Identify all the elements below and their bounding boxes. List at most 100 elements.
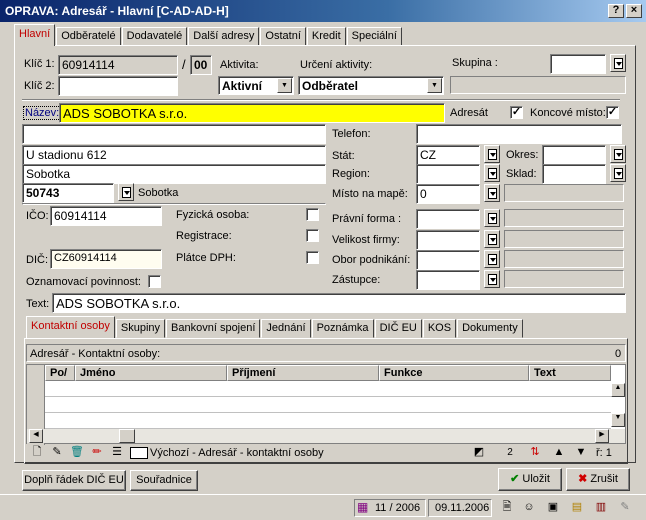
disk-icon[interactable]: ▣ (544, 500, 562, 516)
pages-icon[interactable]: 2 (498, 445, 522, 461)
psc-picker-icon[interactable] (118, 183, 134, 201)
tab-jednani[interactable]: Jednání (261, 319, 311, 338)
fyzicka-checkbox[interactable] (306, 208, 319, 221)
new-record-icon[interactable]: 🗋 (28, 445, 46, 461)
book-icon[interactable]: ▥ (592, 500, 610, 516)
cancel-label: Zrušit (590, 473, 618, 485)
user-icon[interactable]: ☺ (520, 500, 538, 516)
nazev-field[interactable]: ADS SOBOTKA s.r.o. (59, 103, 445, 123)
klic1-field[interactable]: 60914114 (58, 55, 178, 75)
preview-icon[interactable]: 🗎 (498, 500, 516, 516)
cancel-button[interactable]: ✖ Zrušit (566, 468, 630, 491)
city-field[interactable]: Sobotka (22, 164, 326, 184)
aktivita-select[interactable]: Aktivní ▼ (218, 76, 294, 95)
misto-label: Místo na mapě: (332, 188, 408, 200)
tab-dodavatele[interactable]: Dodavatelé (121, 27, 188, 46)
misto-desc (504, 184, 624, 202)
tab-kredit[interactable]: Kredit (306, 27, 346, 46)
tab-hlavni[interactable]: Hlavní (14, 24, 56, 46)
velikost-label: Velikost firmy: (332, 234, 400, 246)
klic2-field[interactable] (58, 76, 178, 96)
registrace-checkbox[interactable] (306, 229, 319, 242)
tab-poznamka[interactable]: Poznámka (311, 319, 374, 338)
column-header-prijmeni[interactable]: Příjmení (227, 365, 379, 381)
horizontal-scrollbar[interactable]: ◀ ▶ (27, 429, 625, 443)
oznam-checkbox[interactable] (148, 275, 161, 288)
tab-dalsi-adresy[interactable]: Další adresy (188, 27, 260, 46)
scroll-thumb[interactable] (119, 429, 135, 443)
klic1-suffix[interactable]: 00 (190, 55, 212, 75)
column-header-jmeno[interactable]: Jméno (75, 365, 227, 381)
sort-icon[interactable]: ⇅ (526, 445, 544, 461)
address-line1[interactable] (22, 124, 326, 144)
okres-field[interactable] (542, 145, 606, 165)
scroll-right-icon[interactable]: ▶ (595, 429, 609, 443)
column-header-text[interactable]: Text (529, 365, 611, 381)
scroll-up-icon[interactable]: ▲ (611, 383, 625, 397)
folder-icon[interactable]: ▤ (568, 500, 586, 516)
psc-field[interactable]: 50743 (22, 183, 114, 203)
dropdown-arrow-icon[interactable]: ▼ (277, 78, 292, 93)
dropdown-arrow-icon[interactable]: ▼ (427, 78, 442, 93)
pravni-forma-field[interactable] (416, 209, 480, 229)
edit-record-icon[interactable]: ✎ (48, 445, 66, 461)
column-header-poradi[interactable]: Po/ (45, 365, 75, 381)
tab-dic-eu[interactable]: DIČ EU (374, 319, 422, 338)
velikost-field[interactable] (416, 230, 480, 250)
region-picker-icon[interactable] (484, 164, 500, 182)
tab-bankovni-spojeni[interactable]: Bankovní spojení (166, 319, 261, 338)
region-field[interactable] (416, 164, 480, 184)
tab-specialni[interactable]: Speciální (346, 27, 402, 46)
close-button[interactable]: × (626, 4, 642, 18)
tab-ostatni[interactable]: Ostatní (260, 27, 306, 46)
adresat-label: Adresát (450, 107, 488, 119)
ico-field[interactable]: 60914114 (50, 206, 162, 226)
sklad-picker-icon[interactable] (610, 164, 626, 182)
souradnice-button[interactable]: Souřadnice (130, 470, 198, 491)
delete-record-icon[interactable]: 🗑 (68, 445, 86, 461)
adresat-checkbox[interactable]: ✓ (510, 106, 523, 119)
street-field[interactable]: U stadionu 612 (22, 145, 326, 165)
scroll-left-icon[interactable]: ◀ (29, 429, 43, 443)
telefon-field[interactable] (416, 124, 622, 144)
column-header-funkce[interactable]: Funkce (379, 365, 529, 381)
move-up-icon[interactable]: ▲ (550, 445, 568, 461)
velikost-picker-icon[interactable] (484, 230, 500, 248)
contacts-grid[interactable]: Po/ Jméno Příjmení Funkce Text ▲ ▼ ◀ ▶ (26, 364, 626, 445)
pencil-icon[interactable]: ✏ (88, 445, 106, 461)
stat-picker-icon[interactable] (484, 145, 500, 163)
tab-skupiny[interactable]: Skupiny (115, 319, 166, 338)
sklad-field[interactable] (542, 164, 606, 184)
divider (22, 203, 326, 205)
obor-picker-icon[interactable] (484, 250, 500, 268)
zastupce-picker-icon[interactable] (484, 270, 500, 288)
tab-kontaktni-osoby[interactable]: Kontaktní osoby (26, 316, 115, 338)
edit-disabled-icon: ✎ (616, 500, 634, 516)
pravni-forma-picker-icon[interactable] (484, 209, 500, 227)
tab-dokumenty[interactable]: Dokumenty (457, 319, 523, 338)
cross-icon: ✖ (578, 473, 588, 485)
skupina-field[interactable] (550, 54, 606, 74)
tab-kos[interactable]: KOS (422, 319, 457, 338)
stat-field[interactable]: CZ (416, 145, 480, 165)
obor-field[interactable] (416, 250, 480, 270)
filter-icon[interactable]: ◩ (470, 445, 488, 461)
platce-checkbox[interactable] (306, 251, 319, 264)
pravni-forma-label: Právní forma : (332, 213, 402, 225)
urceni-select[interactable]: Odběratel ▼ (298, 76, 444, 95)
list-icon[interactable]: ☰ (108, 445, 126, 461)
zastupce-field[interactable] (416, 270, 480, 290)
dopln-dic-eu-button[interactable]: Doplň řádek DIČ EU (22, 470, 126, 491)
move-down-icon[interactable]: ▼ (572, 445, 590, 461)
misto-field[interactable]: 0 (416, 184, 480, 204)
skupina-picker-icon[interactable] (610, 54, 626, 72)
okres-picker-icon[interactable] (610, 145, 626, 163)
koncove-misto-checkbox[interactable]: ✓ (606, 106, 619, 119)
dic-field[interactable]: CZ60914114 (50, 249, 162, 269)
tab-odberatele[interactable]: Odběratelé (56, 27, 121, 46)
save-button[interactable]: ✔ Uložit (498, 468, 562, 491)
scroll-down-icon[interactable]: ▼ (611, 413, 625, 427)
text-field[interactable]: ADS SOBOTKA s.r.o. (52, 293, 626, 313)
help-button[interactable]: ? (608, 4, 624, 18)
misto-picker-icon[interactable] (484, 184, 500, 202)
